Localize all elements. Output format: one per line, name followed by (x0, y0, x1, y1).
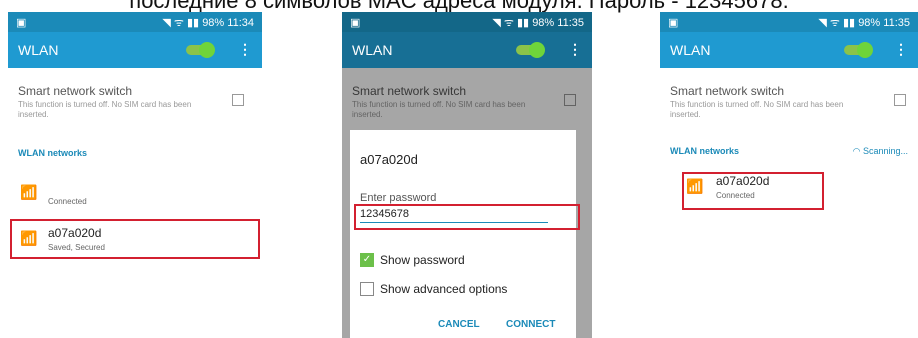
signal-icons: ◥ ᯤ ▮▮ (818, 17, 856, 29)
password-label: Enter password (360, 192, 437, 204)
page-title: WLAN (670, 42, 711, 58)
highlight-box (10, 219, 260, 259)
dialog-title: a07a020d (360, 152, 418, 167)
signal-icons: ◥ ᯤ ▮▮ (492, 17, 530, 29)
notification-icon: ▣ (668, 17, 679, 29)
smart-switch-description: This function is turned off. No SIM card… (18, 100, 192, 119)
app-bar: WLAN ⋮ (8, 32, 262, 68)
wlan-toggle[interactable] (186, 42, 215, 58)
page-title: WLAN (352, 42, 393, 58)
more-options-icon[interactable]: ⋮ (568, 41, 582, 58)
password-dialog: a07a020d Enter password ✓ Show password … (350, 130, 580, 338)
highlight-box (354, 204, 580, 230)
phone-screen-2: ▣ ◥ ᯤ ▮▮ 98% 11:35 WLAN ⋮ Smart network … (342, 12, 592, 338)
battery-level: 98% (858, 17, 881, 29)
section-header: WLAN networks (670, 146, 740, 156)
show-advanced-label: Show advanced options (380, 282, 508, 296)
show-password-checkbox[interactable]: ✓ (360, 253, 374, 267)
scanning-spinner-icon: ◠ (852, 146, 861, 156)
phone-screen-1: ▣ ◥ ᯤ ▮▮ 98% 11:34 WLAN ⋮ Smart network … (8, 12, 262, 262)
wlan-toggle[interactable] (516, 42, 545, 58)
status-bar: ▣ ◥ ᯤ ▮▮ 98% 11:34 (8, 12, 262, 32)
status-bar: ▣ ◥ ᯤ ▮▮ 98% 11:35 (660, 12, 918, 32)
scanning-status: Scanning... (862, 146, 908, 156)
toggle-knob (199, 42, 215, 58)
show-advanced-checkbox[interactable] (360, 282, 374, 296)
app-bar: WLAN ⋮ (342, 32, 592, 68)
smart-switch-description: This function is turned off. No SIM card… (670, 100, 844, 119)
smart-switch-checkbox[interactable] (894, 94, 906, 106)
toggle-knob (529, 42, 545, 58)
toggle-knob (857, 42, 873, 58)
page-title: WLAN (18, 42, 59, 58)
notification-icon: ▣ (350, 17, 361, 29)
wlan-toggle[interactable] (844, 42, 873, 58)
section-header: WLAN networks (18, 148, 88, 158)
network-status: Connected (48, 197, 87, 206)
show-password-label: Show password (380, 253, 465, 267)
clock: 11:34 (227, 17, 254, 29)
wifi-locked-icon: 📶 (20, 184, 38, 200)
notification-icon: ▣ (16, 17, 27, 29)
smart-switch-title: Smart network switch (18, 84, 133, 98)
status-bar: ▣ ◥ ᯤ ▮▮ 98% 11:35 (342, 12, 592, 32)
more-options-icon[interactable]: ⋮ (238, 41, 252, 58)
smart-switch-title: Smart network switch (670, 84, 785, 98)
phone-screen-3: ▣ ◥ ᯤ ▮▮ 98% 11:35 WLAN ⋮ Smart network … (660, 12, 918, 220)
app-bar: WLAN ⋮ (660, 32, 918, 68)
battery-level: 98% (532, 17, 555, 29)
battery-level: 98% (202, 17, 225, 29)
highlight-box (682, 172, 824, 210)
clock: 11:35 (883, 17, 910, 29)
more-options-icon[interactable]: ⋮ (894, 41, 908, 58)
smart-switch-checkbox[interactable] (232, 94, 244, 106)
connect-button[interactable]: CONNECT (506, 319, 555, 330)
clock: 11:35 (557, 17, 584, 29)
signal-icons: ◥ ᯤ ▮▮ (162, 17, 200, 29)
cancel-button[interactable]: CANCEL (438, 319, 480, 330)
